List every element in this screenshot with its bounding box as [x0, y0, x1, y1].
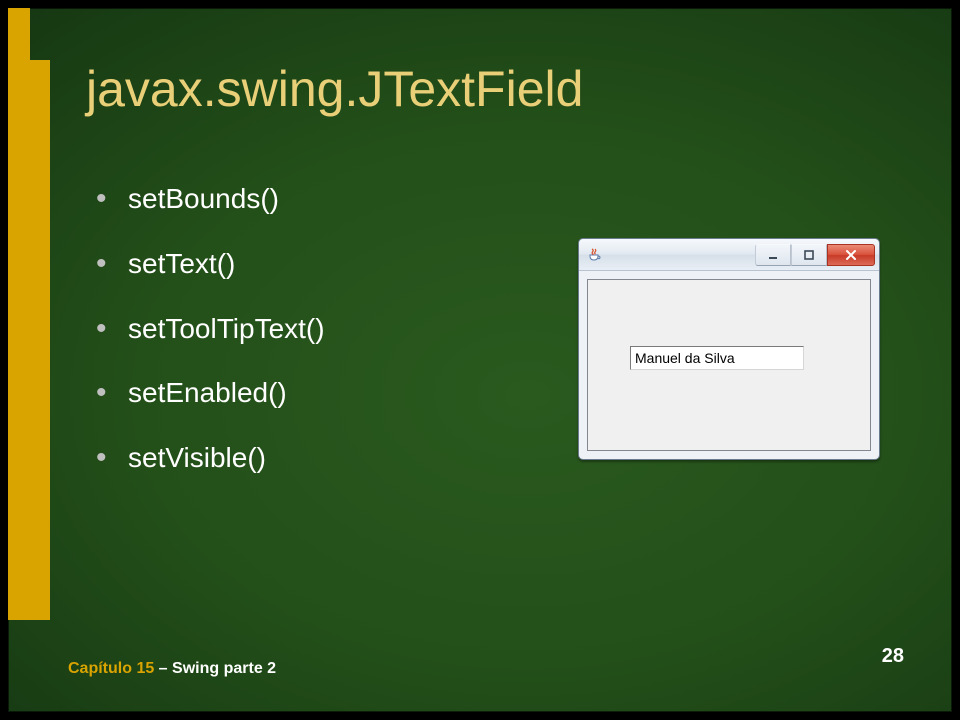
java-cup-icon — [585, 246, 603, 264]
footer-separator: – — [154, 660, 172, 677]
page-number: 28 — [882, 645, 904, 668]
bullet-list: setBounds() setText() setToolTipText() s… — [96, 184, 325, 508]
slide-title: javax.swing.JTextField — [86, 60, 583, 118]
minimize-button[interactable] — [755, 244, 791, 266]
bullet-item: setText() — [96, 249, 325, 280]
footer-chapter: Capítulo 15 — [68, 660, 154, 677]
decor-accent-side — [8, 60, 50, 620]
footer-text: Capítulo 15 – Swing parte 2 — [68, 660, 276, 678]
close-button[interactable] — [827, 244, 875, 266]
window-buttons — [755, 244, 875, 266]
window-titlebar — [579, 239, 879, 271]
decor-accent-top — [8, 8, 30, 60]
window-client-area: Manuel da Silva — [587, 279, 871, 451]
slide: javax.swing.JTextField setBounds() setTe… — [8, 8, 952, 712]
jtextfield-input[interactable]: Manuel da Silva — [630, 346, 804, 370]
bullet-item: setEnabled() — [96, 378, 325, 409]
example-window: Manuel da Silva — [578, 238, 880, 460]
bullet-item: setToolTipText() — [96, 314, 325, 345]
footer-subtitle: Swing parte 2 — [172, 660, 276, 677]
bullet-item: setVisible() — [96, 443, 325, 474]
maximize-button[interactable] — [791, 244, 827, 266]
bullet-item: setBounds() — [96, 184, 325, 215]
